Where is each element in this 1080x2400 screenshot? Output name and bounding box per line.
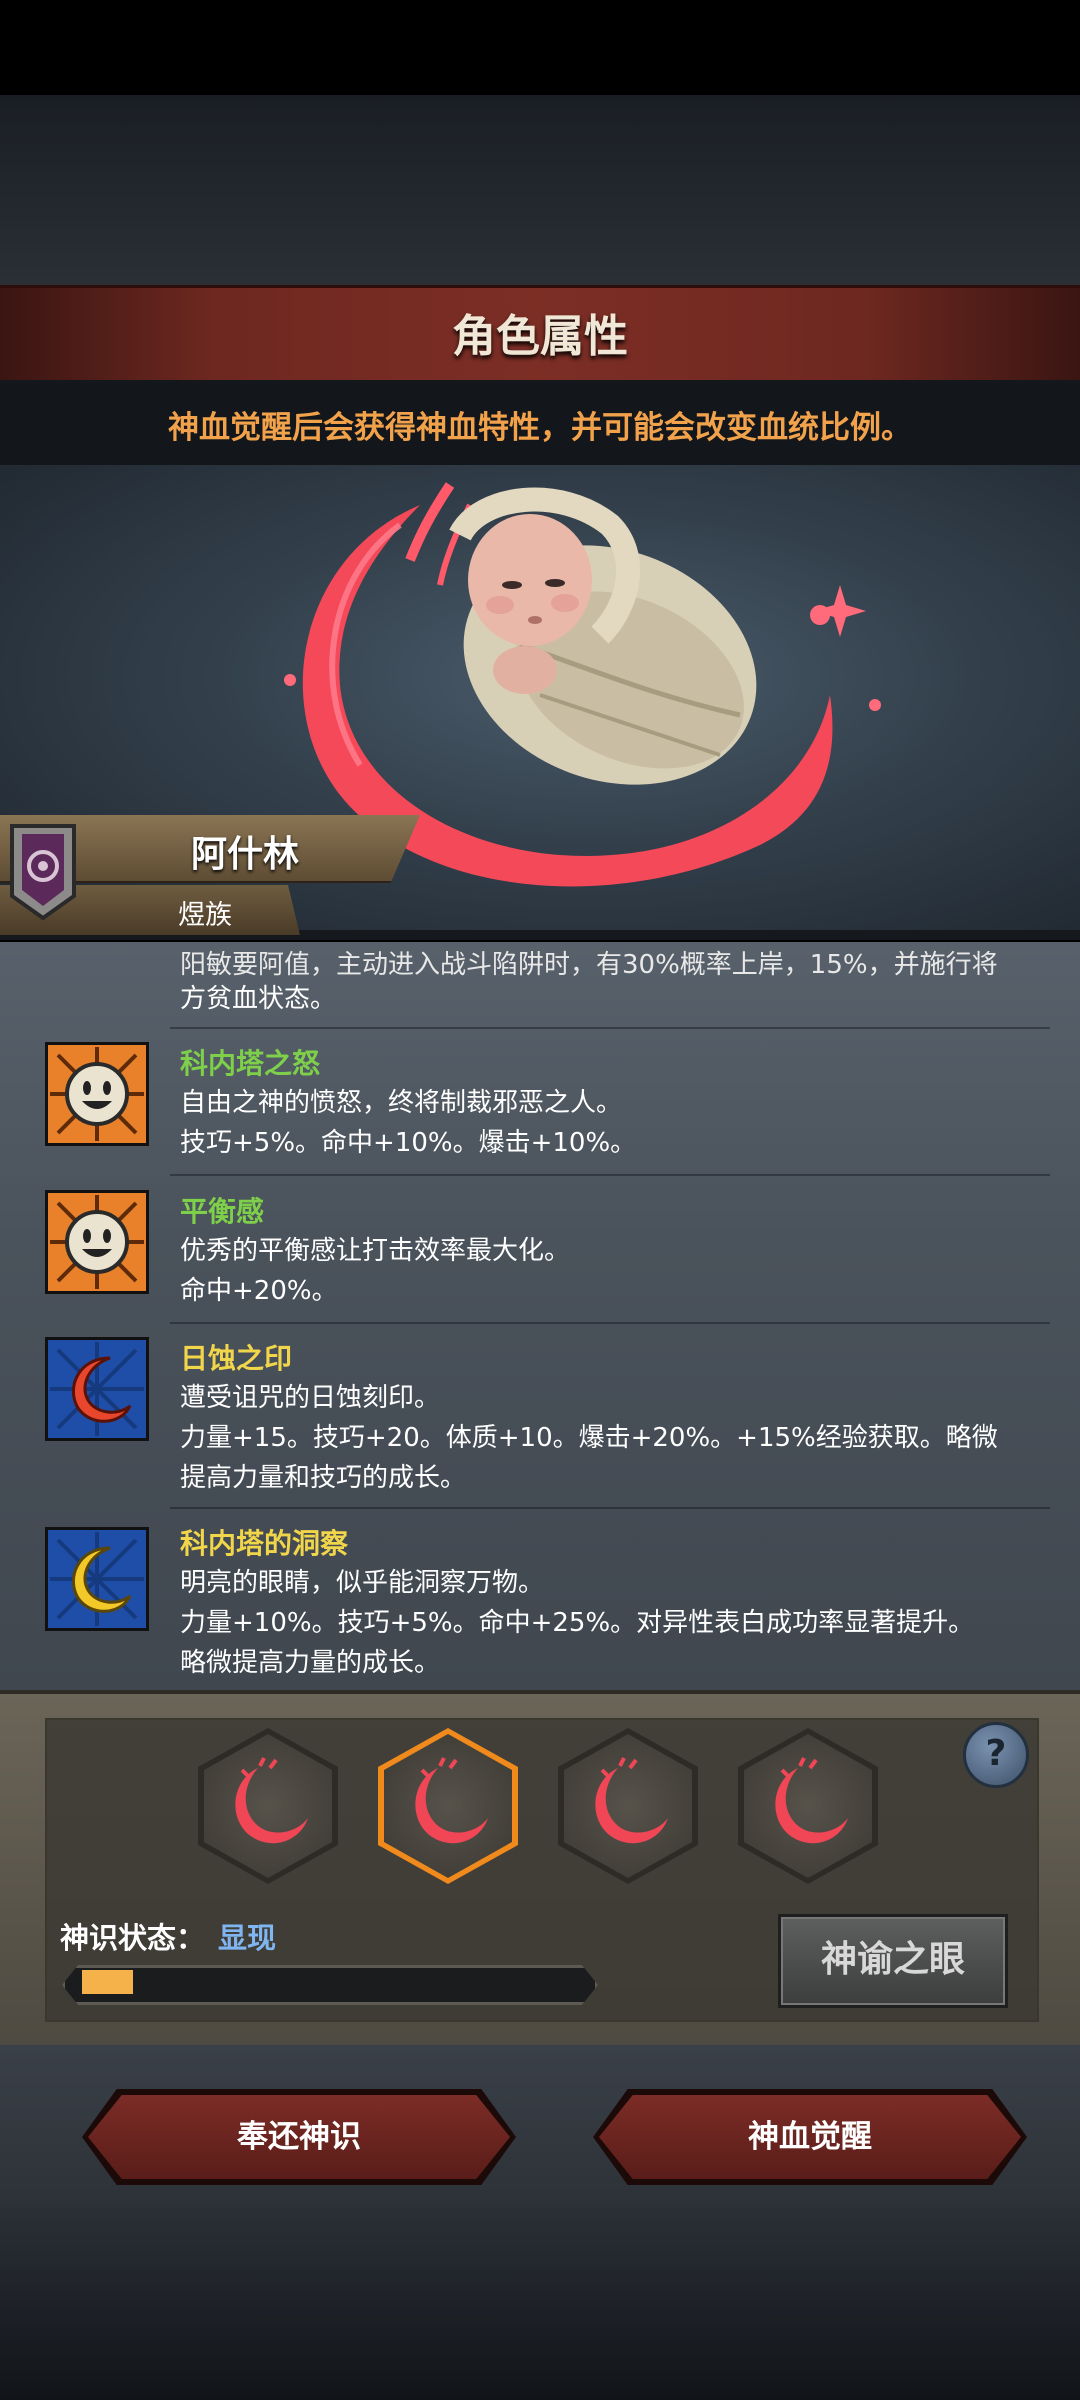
red-crescent-icon [45, 1337, 149, 1441]
trait-description-line: 方贫血状态。 [180, 984, 337, 1014]
awareness-state-label: 神识状态： [60, 1921, 206, 1955]
awareness-progress-fill [82, 1970, 133, 1994]
trait-description-line: 遭受诅咒的日蚀刻印。 [180, 1383, 441, 1413]
help-icon[interactable]: ? [963, 1722, 1029, 1788]
trait-name: 平衡感 [180, 1195, 265, 1228]
awareness-progress-bar [62, 1965, 598, 2005]
faction-shield-icon [8, 822, 78, 922]
red-crescent-icon [415, 1757, 488, 1844]
red-crescent-icon [235, 1757, 308, 1844]
character-name: 阿什林 [190, 834, 299, 875]
trait-effect-line: 命中+20%。 [180, 1276, 338, 1306]
trait-name: 日蚀之印 [180, 1342, 293, 1375]
page-subtitle: 神血觉醒后会获得神血特性，并可能会改变血统比例。 [168, 410, 912, 446]
trait-description-line: 明亮的眼睛，似乎能洞察万物。 [180, 1568, 545, 1598]
bottom-background [0, 2205, 1080, 2400]
trait-description-line: 阳敏要阿值，主动进入战斗陷阱时，有30%概率上岸，15%，并施行将 [180, 950, 998, 980]
oracle-eye-button[interactable]: 神谕之眼 [778, 1914, 1008, 2008]
trait-description-line: 自由之神的愤怒，终将制裁邪恶之人。 [180, 1088, 623, 1118]
red-crescent-icon [595, 1757, 668, 1844]
awareness-state-value: 显现 [218, 1921, 277, 1955]
trait-separator [170, 1174, 1050, 1176]
trait-name: 科内塔之怒 [180, 1047, 321, 1080]
smiley-sun-icon [45, 1042, 149, 1146]
page-title: 角色属性 [452, 311, 628, 362]
trait-effect-line: 提高力量和技巧的成长。 [180, 1463, 467, 1493]
return-divinity-button[interactable]: 奉还神识 [88, 2095, 510, 2179]
yellow-crescent-icon [45, 1527, 149, 1631]
trait-effect-line: 力量+10%。技巧+5%。命中+25%。对异性表白成功率显著提升。 [180, 1608, 975, 1638]
blood-awaken-button[interactable]: 神血觉醒 [599, 2095, 1021, 2179]
top-background [0, 95, 1080, 285]
trait-separator [170, 1027, 1050, 1029]
smiley-sun-icon [45, 1190, 149, 1294]
trait-effect-line: 力量+15。技巧+20。体质+10。爆击+20%。+15%经验获取。略微 [180, 1423, 998, 1453]
character-race: 煜族 [178, 900, 232, 931]
trait-separator [170, 1322, 1050, 1324]
traits-list[interactable]: 阳敏要阿值，主动进入战斗陷阱时，有30%概率上岸，15%，并施行将 方贫血状态。… [0, 942, 1080, 1690]
trait-name: 科内塔的洞察 [180, 1527, 349, 1560]
trait-description-line: 优秀的平衡感让打击效率最大化。 [180, 1236, 571, 1266]
trait-effect-line: 略微提高力量的成长。 [180, 1648, 441, 1678]
red-crescent-icon [775, 1757, 848, 1844]
trait-separator [170, 1507, 1050, 1509]
trait-effect-line: 技巧+5%。命中+10%。爆击+10%。 [180, 1128, 637, 1158]
